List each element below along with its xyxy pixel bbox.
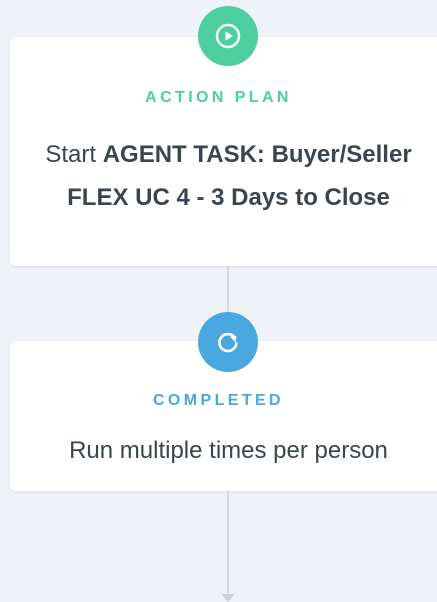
step-node-action-plan[interactable]: [198, 6, 258, 66]
step-description-prefix: Start: [45, 141, 97, 168]
step-node-completed[interactable]: [198, 312, 258, 372]
step-description-task: AGENT TASK: Buyer/Seller FLEX UC 4 - 3 D…: [67, 141, 412, 211]
step-type-label: ACTION PLAN: [145, 89, 292, 106]
step-type-label: COMPLETED: [152, 392, 285, 409]
step-description: Start AGENT TASK: Buyer/Seller FLEX UC 4…: [30, 133, 427, 219]
connector-line-bottom: [227, 491, 229, 595]
connector-arrow-icon: [221, 594, 235, 602]
play-circle-icon: [215, 23, 241, 49]
refresh-icon: [218, 332, 238, 353]
step-description: Run multiple times per person: [69, 437, 388, 464]
